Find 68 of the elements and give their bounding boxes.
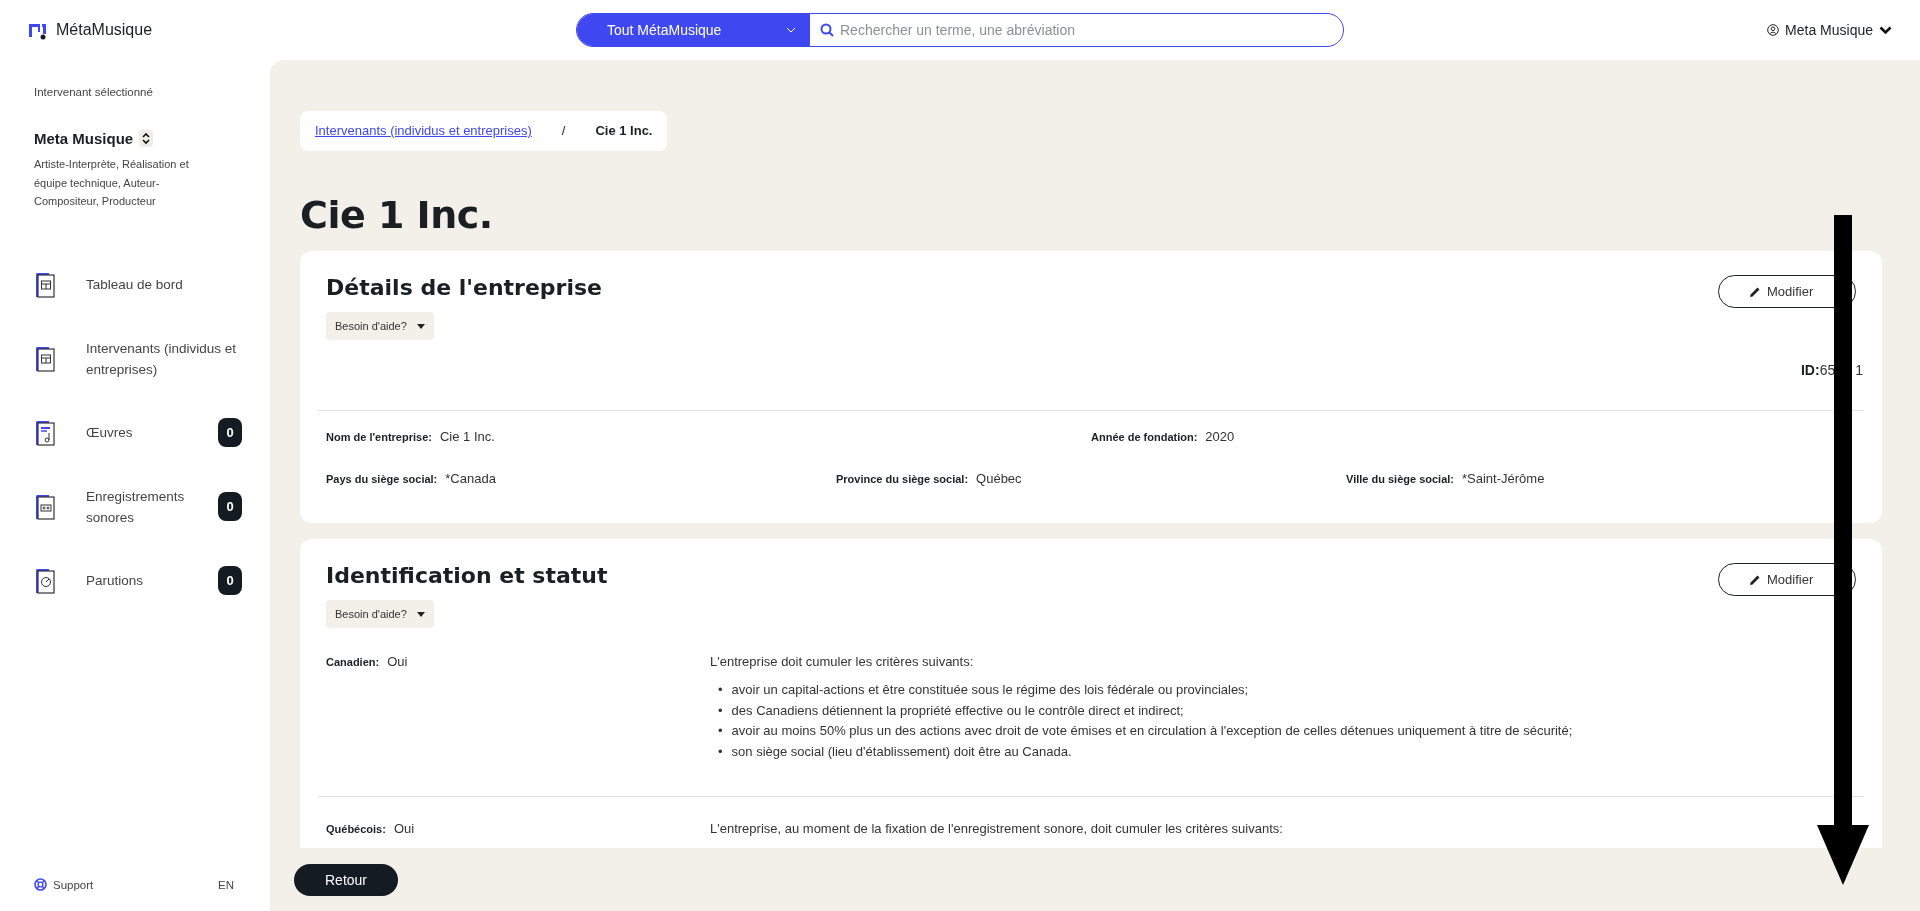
breadcrumb-separator: / — [561, 123, 566, 138]
help-dropdown[interactable]: Besoin d'aide? — [326, 600, 434, 628]
user-icon — [1767, 24, 1780, 36]
nav-item[interactable]: Parutions — [86, 570, 218, 591]
page-icon — [34, 567, 56, 594]
count-badge: 0 — [218, 492, 242, 521]
page-title: Cie 1 Inc. — [300, 193, 494, 237]
back-button[interactable]: Retour — [294, 863, 398, 896]
criteria-item: avoir un capital-actions et être constituée sous le régime des lois fédérale ou provinciales; — [731, 681, 1249, 699]
field-label: Québécois: — [326, 823, 386, 835]
field-label: Année de fondation: — [1091, 431, 1198, 443]
breadcrumb-current: Cie 1 Inc. — [595, 123, 653, 138]
up-down-icon — [141, 132, 152, 145]
field-value: Cie 1 Inc. — [439, 429, 495, 444]
id-label: ID: — [1800, 362, 1820, 378]
field-label: Pays du siège social: — [326, 473, 438, 485]
field-label: Canadien: — [326, 656, 380, 668]
count-badge: 0 — [218, 566, 242, 595]
pencil-icon — [1749, 285, 1761, 298]
criteria-item: des Canadiens détiennent la propriété effective ou le contrôle direct et indirect; — [731, 701, 1184, 720]
help-dropdown[interactable]: Besoin d'aide? — [326, 312, 434, 340]
nav-item[interactable]: Enregistrements sonores — [86, 485, 218, 528]
pencil-icon — [1749, 573, 1761, 586]
chevron-icon — [1879, 25, 1892, 35]
chevron-icon — [786, 27, 796, 33]
nav-item[interactable]: Œuvres — [86, 422, 218, 443]
bullet-marker: • — [718, 681, 723, 699]
sidebar-caption: Intervenant sélectionné — [34, 86, 154, 98]
page-icon — [34, 345, 56, 372]
criteria-intro: L'entreprise, au moment de la fixation de l'enregistrement sonore, doit cumuler les critères suivants: — [710, 821, 1284, 836]
criteria-item: avoir au moins 50% plus un des actions avec droit de vote émises et en circulation à l'exception de celles détenues uniquement à titre de sécurité; — [731, 722, 1573, 740]
field-value: Québec — [976, 471, 1022, 486]
caret-icon — [416, 323, 425, 329]
page-icon — [34, 419, 56, 446]
switch-button[interactable] — [139, 130, 154, 147]
user-menu[interactable]: Meta Musique — [1767, 22, 1892, 38]
lifebuoy-icon — [34, 878, 47, 891]
criteria-item: son siège social (lieu d'établissement) doit être au Canada. — [731, 742, 1072, 761]
page-icon — [34, 493, 56, 520]
roles-text: Artiste-Interprète, Réalisation et équipe technique, Auteur-Compositeur, Producteur — [34, 157, 190, 209]
field-value: Oui — [393, 821, 415, 836]
criteria-intro: L'entreprise doit cumuler les critères suivants: — [710, 654, 975, 669]
field-label: Nom de l'entreprise: — [326, 431, 432, 443]
nav-item[interactable]: Tableau de bord — [86, 274, 242, 295]
field-value: *Canada — [445, 471, 496, 486]
scope-dropdown[interactable]: Tout MétaMusique — [577, 14, 810, 46]
bullet-marker: • — [718, 742, 723, 761]
bullet-marker: • — [718, 701, 723, 720]
search-placeholder: Rechercher un terme, une abréviation — [840, 22, 1076, 38]
field-value: 2020 — [1205, 429, 1235, 444]
logo-text: MétaMusique — [56, 21, 153, 39]
card-title: Détails de l'entreprise — [326, 275, 602, 300]
bullet-marker: • — [718, 722, 723, 740]
caret-icon — [416, 611, 425, 617]
card-title: Identification et statut — [326, 563, 608, 588]
id-value: 1 — [1855, 362, 1863, 378]
support-link[interactable]: Support — [34, 878, 94, 891]
field-label: Ville du siège social: — [1346, 473, 1454, 485]
breadcrumb-link[interactable]: Intervenants (individus et entreprises) — [315, 123, 532, 138]
selected-name: Meta Musique — [34, 130, 134, 147]
field-value: Oui — [387, 654, 408, 669]
field-value: *Saint-Jérôme — [1462, 471, 1545, 486]
language-link[interactable]: EN — [218, 878, 234, 891]
page-icon — [34, 271, 56, 298]
field-label: Province du siège social: — [836, 473, 969, 485]
nav-item[interactable]: Intervenants (individus et entreprises) — [86, 337, 242, 380]
count-badge: 0 — [218, 418, 242, 447]
search-icon — [820, 23, 834, 37]
